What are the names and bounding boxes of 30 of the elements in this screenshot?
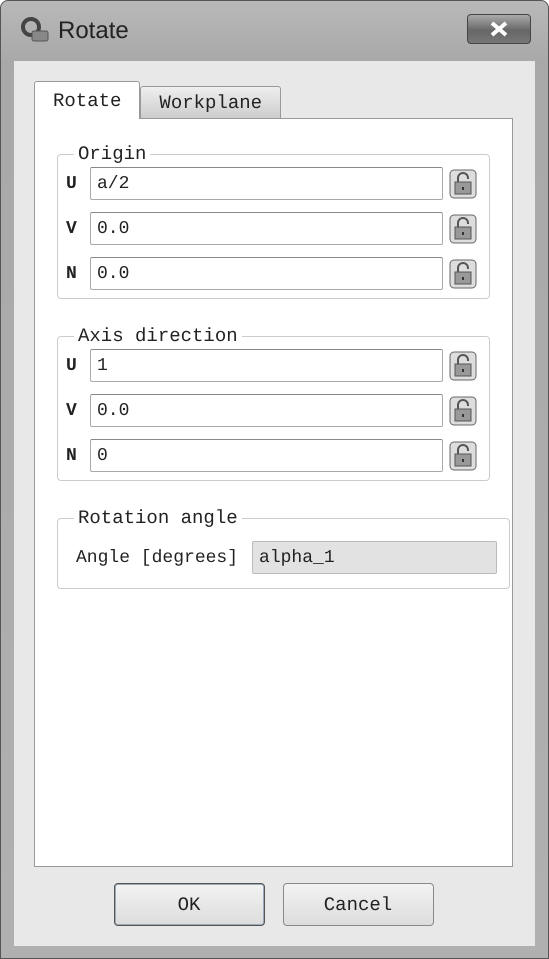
input-field[interactable]: alpha_1: [252, 541, 498, 574]
unlocked-padlock-icon[interactable]: [449, 440, 477, 470]
close-button[interactable]: [467, 14, 531, 44]
field-label: N: [66, 446, 78, 466]
window-title: Rotate: [58, 17, 130, 45]
field-label: N: [66, 264, 78, 284]
tab[interactable]: Workplane: [140, 86, 282, 118]
input-field[interactable]: 0.0: [90, 394, 443, 427]
dialog-button[interactable]: Cancel: [282, 883, 434, 926]
unlocked-padlock-icon[interactable]: [449, 350, 477, 380]
input-field[interactable]: 1: [90, 349, 443, 382]
tab[interactable]: Rotate: [34, 81, 140, 119]
default-button[interactable]: OK: [114, 883, 264, 926]
unlocked-padlock-icon[interactable]: [449, 214, 477, 244]
group-title: Axis direction: [77, 325, 239, 347]
close-icon: [490, 21, 508, 37]
unlocked-padlock-icon[interactable]: [449, 396, 477, 426]
field-label: Angle [degrees]: [76, 548, 238, 568]
input-field[interactable]: a/2: [90, 167, 443, 200]
input-field[interactable]: 0.0: [90, 257, 443, 290]
field-label: U: [66, 356, 78, 376]
unlocked-padlock-icon[interactable]: [449, 258, 477, 288]
field-label: V: [66, 218, 78, 238]
unlocked-padlock-icon[interactable]: [449, 168, 477, 198]
group-title: Rotation angle: [77, 507, 239, 529]
input-field[interactable]: 0.0: [90, 212, 443, 245]
group-title: Origin: [77, 143, 148, 165]
field-label: V: [66, 400, 78, 420]
input-field[interactable]: 0: [90, 439, 443, 472]
field-label: U: [66, 174, 78, 194]
